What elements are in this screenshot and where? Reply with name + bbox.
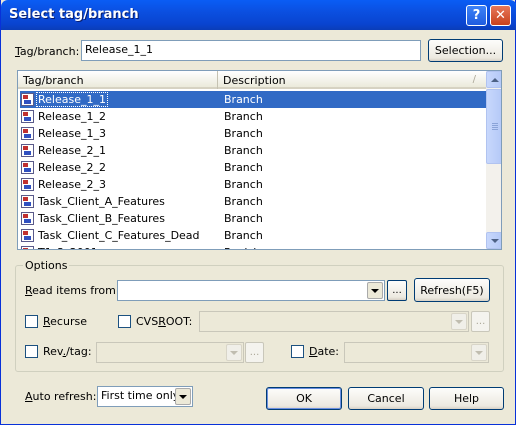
chevron-down-icon[interactable] — [175, 388, 191, 405]
refresh-button[interactable]: Refresh(F5) — [414, 278, 490, 302]
tag-icon — [21, 93, 34, 106]
rev-tag-select[interactable] — [96, 342, 244, 363]
tag-icon — [21, 144, 34, 157]
chevron-down-icon[interactable] — [471, 344, 487, 361]
title-bar: Select tag/branch ? ✕ — [1, 0, 516, 30]
column-header-description[interactable]: Description / — [218, 71, 486, 89]
list-item-name: Release_1_3 — [38, 127, 106, 140]
window-title: Select tag/branch — [9, 7, 139, 22]
list-item[interactable]: Release_2_3 Branch — [20, 176, 486, 193]
close-icon[interactable]: ✕ — [490, 5, 511, 26]
tag-icon — [21, 178, 34, 191]
scroll-thumb[interactable] — [486, 89, 501, 164]
column-resize-grip-icon: / — [472, 74, 476, 85]
date-checkbox[interactable] — [291, 345, 304, 358]
scroll-down-button[interactable] — [486, 232, 501, 249]
chevron-down-icon[interactable] — [451, 313, 467, 330]
list-item[interactable]: T1_2_2001 Revision — [20, 244, 486, 249]
help-button[interactable]: Help — [429, 387, 504, 410]
list-item-description: Branch — [224, 229, 263, 242]
list-item-description: Branch — [224, 178, 263, 191]
list-item-description: Branch — [224, 212, 263, 225]
list-vertical-scrollbar[interactable] — [486, 71, 501, 249]
date-select[interactable] — [344, 342, 489, 363]
list-item-description: Branch — [224, 161, 263, 174]
list-item-description: Branch — [224, 127, 263, 140]
list-item-name: Release_2_3 — [38, 178, 106, 191]
cancel-button[interactable]: Cancel — [348, 387, 424, 410]
cvsroot-browse-button[interactable]: ... — [471, 311, 490, 332]
list-header: Tag/branch Description / — [18, 71, 486, 89]
chevron-down-icon[interactable] — [226, 344, 242, 361]
tag-icon — [21, 229, 34, 242]
rev-tag-checkbox[interactable] — [25, 345, 38, 358]
tag-branch-input[interactable]: Release_1_1 — [81, 40, 421, 61]
read-items-from-label: Read items from: — [25, 284, 120, 297]
chevron-up-icon — [490, 77, 499, 82]
ok-button[interactable]: OK — [266, 387, 342, 410]
recurse-checkbox[interactable] — [25, 315, 38, 328]
list-item-name: Release_2_1 — [38, 144, 106, 157]
list-item-name: Task_Client_C_Features_Dead — [38, 229, 200, 242]
list-item-description: Revision — [224, 246, 270, 249]
tag-icon — [21, 246, 34, 249]
help-icon[interactable]: ? — [466, 5, 487, 26]
select-tag-branch-dialog: Select tag/branch ? ✕ Tag/branch: Releas… — [0, 0, 516, 425]
list-item-name: Release_1_1 — [36, 92, 108, 107]
tag-icon — [21, 161, 34, 174]
list-item-description: Branch — [224, 110, 263, 123]
list-item[interactable]: Release_1_2 Branch — [20, 108, 486, 125]
auto-refresh-label: Auto refresh: — [25, 390, 97, 403]
list-item-name: Task_Client_B_Features — [38, 212, 165, 225]
cvsroot-select[interactable] — [199, 311, 469, 332]
options-group-title: Options — [23, 259, 70, 272]
read-items-browse-button[interactable]: ... — [387, 280, 407, 301]
column-header-tag-branch[interactable]: Tag/branch — [18, 71, 218, 89]
list-item[interactable]: Release_1_3 Branch — [20, 125, 486, 142]
selection-button[interactable]: Selection... — [428, 39, 503, 62]
scroll-up-button[interactable] — [486, 71, 501, 88]
tag-icon — [21, 195, 34, 208]
list-item[interactable]: Release_1_1 Branch — [20, 91, 486, 108]
list-item[interactable]: Release_2_1 Branch — [20, 142, 486, 159]
list-item-name: Task_Client_A_Features — [38, 195, 165, 208]
list-item[interactable]: Release_2_2 Branch — [20, 159, 486, 176]
rev-tag-label: Rev./tag: — [43, 345, 92, 358]
list-item[interactable]: Task_Client_C_Features_Dead Branch — [20, 227, 486, 244]
read-items-from-select[interactable] — [117, 280, 385, 301]
tag-icon — [21, 127, 34, 140]
recurse-label: Recurse — [43, 315, 87, 328]
list-item-description: Branch — [224, 144, 263, 157]
chevron-down-icon[interactable] — [367, 282, 383, 299]
auto-refresh-select[interactable]: First time only — [97, 386, 193, 407]
list-item-description: Branch — [224, 195, 263, 208]
date-label: Date: — [309, 345, 340, 358]
tag-branch-list[interactable]: Tag/branch Description / Release_1_1 Branc… — [17, 70, 502, 250]
list-item[interactable]: Task_Client_A_Features Branch — [20, 193, 486, 210]
list-item-name: T1_2_2001 — [38, 246, 98, 249]
list-item[interactable]: Task_Client_B_Features Branch — [20, 210, 486, 227]
list-item-name: Release_2_2 — [38, 161, 106, 174]
cvsroot-checkbox[interactable] — [118, 315, 131, 328]
tag-icon — [21, 110, 34, 123]
tag-branch-label: Tag/branch: — [15, 45, 80, 58]
rev-tag-browse-button[interactable]: ... — [245, 342, 264, 363]
cvsroot-label: CVSROOT: — [136, 315, 193, 328]
tag-icon — [21, 212, 34, 225]
list-item-description: Branch — [224, 93, 263, 106]
chevron-down-icon — [490, 238, 499, 243]
list-item-name: Release_1_2 — [38, 110, 106, 123]
